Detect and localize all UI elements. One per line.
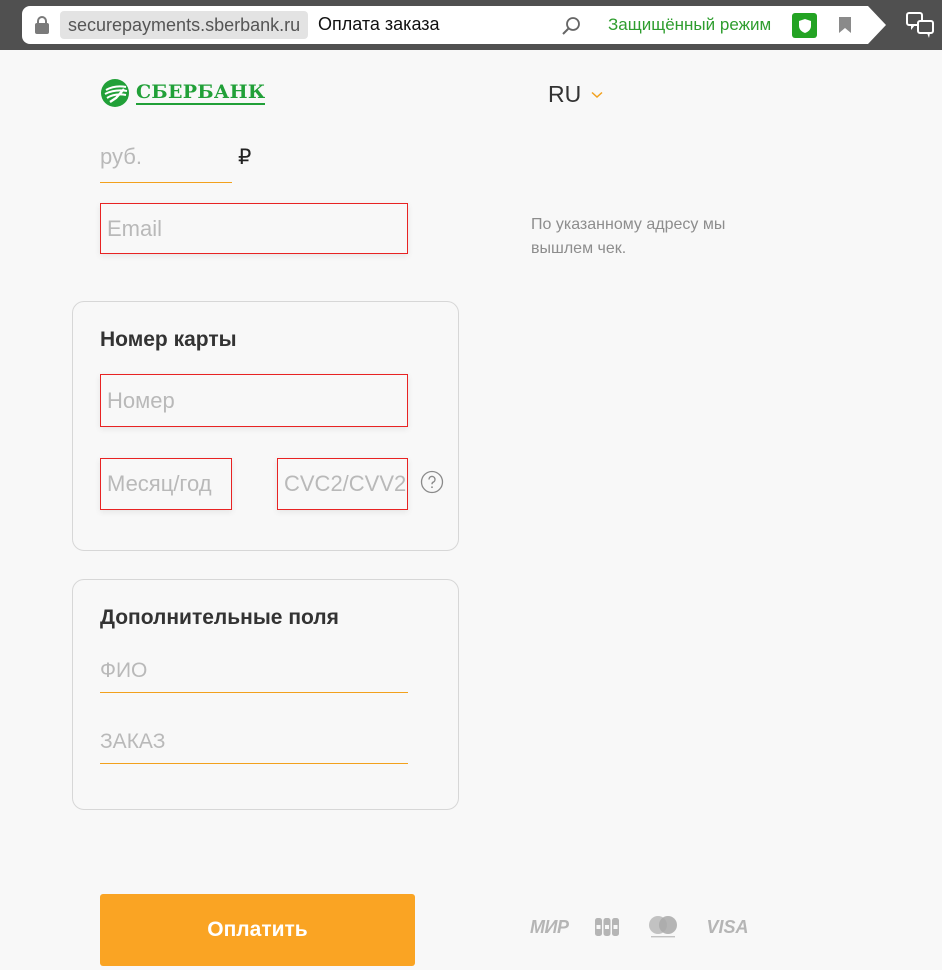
sberbank-logo: СБЕРБАНК (100, 78, 266, 108)
card-section-title: Номер карты (100, 328, 237, 351)
payment-systems: МИР VISA (530, 912, 748, 942)
logo-text: СБЕРБАНК (136, 81, 266, 105)
extension-icon[interactable] (906, 11, 934, 39)
search-icon[interactable] (560, 15, 582, 37)
page-title: Оплата заказа (318, 14, 440, 34)
lock-icon[interactable] (32, 15, 52, 35)
domain-label[interactable]: securepayments.sberbank.ru (60, 11, 309, 39)
address-bar[interactable]: securepayments.sberbank.ru Оплата заказа… (22, 6, 886, 44)
email-input[interactable] (100, 203, 408, 254)
fio-input[interactable]: ФИО (100, 648, 408, 693)
currency-symbol: ₽ (238, 146, 252, 169)
extra-section-title: Дополнительные поля (100, 606, 339, 629)
mir-logo: МИР (530, 916, 569, 937)
expiry-input[interactable] (100, 458, 232, 510)
language-label: RU (548, 81, 582, 107)
sberbank-logo-icon (101, 79, 129, 107)
pay-button[interactable]: Оплатить (100, 894, 415, 966)
language-selector[interactable]: RU (548, 81, 603, 108)
amount-input[interactable]: руб. (100, 140, 232, 183)
jcb-logo (595, 918, 620, 936)
cvc-input[interactable] (277, 458, 408, 510)
shield-icon[interactable] (792, 13, 817, 38)
help-icon[interactable] (420, 470, 444, 494)
visa-logo: VISA (706, 916, 749, 937)
chevron-down-icon (591, 91, 603, 98)
secure-mode-label[interactable]: Защищённый режим (608, 15, 771, 35)
mastercard-logo (649, 916, 678, 938)
order-input[interactable]: ЗАКАЗ (100, 719, 408, 764)
card-number-input[interactable] (100, 374, 408, 427)
bookmark-icon[interactable] (838, 16, 852, 34)
email-hint: По указанному адресу мы вышлем чек. (531, 216, 726, 257)
browser-toolbar: securepayments.sberbank.ru Оплата заказа… (0, 0, 942, 50)
